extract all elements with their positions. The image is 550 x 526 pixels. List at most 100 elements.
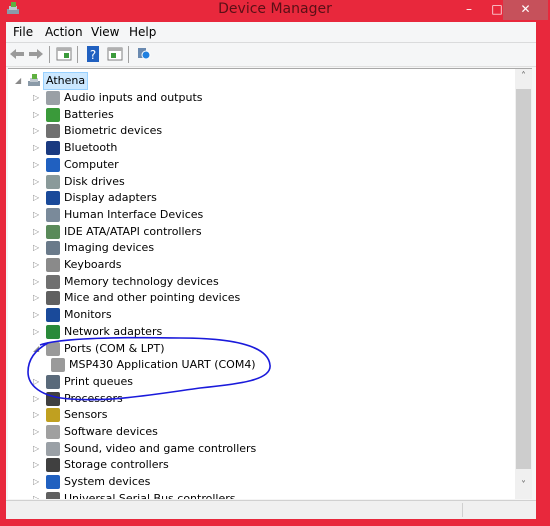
toolbar-separator (77, 46, 78, 63)
collapse-arrow-icon[interactable]: ◢ (15, 73, 23, 89)
category-label[interactable]: Sensors (64, 407, 107, 423)
expand-arrow-icon[interactable]: ▷ (33, 274, 41, 290)
expand-arrow-icon[interactable]: ▷ (33, 257, 41, 273)
category-label[interactable]: Mice and other pointing devices (64, 290, 240, 306)
show-hide-action-pane-icon[interactable] (107, 46, 123, 62)
category-label[interactable]: Imaging devices (64, 240, 154, 256)
expand-arrow-icon[interactable]: ▷ (33, 441, 41, 457)
scroll-down-button[interactable]: ˅ (515, 480, 532, 497)
computer-icon (46, 157, 60, 172)
collapse-arrow-icon[interactable]: ◢ (33, 341, 41, 357)
expand-arrow-icon[interactable]: ▷ (33, 224, 41, 240)
usb-icon (46, 491, 60, 499)
category-label[interactable]: Bluetooth (64, 140, 117, 156)
expand-arrow-icon[interactable]: ▷ (33, 474, 41, 490)
fingerprint-icon (46, 124, 60, 139)
expand-arrow-icon[interactable]: ▷ (33, 407, 41, 423)
close-button[interactable]: ✕ (503, 0, 548, 20)
menu-file[interactable]: File (13, 25, 33, 39)
category-label[interactable]: Memory technology devices (64, 274, 219, 290)
expand-arrow-icon[interactable]: ▷ (33, 174, 41, 190)
category-label[interactable]: Monitors (64, 307, 112, 323)
processor-icon (46, 391, 60, 406)
root-label[interactable]: Athena (43, 72, 89, 90)
expand-arrow-icon[interactable]: ▷ (33, 123, 41, 139)
expand-arrow-icon[interactable]: ▷ (33, 90, 41, 106)
hid-icon (46, 207, 60, 222)
sensor-icon (46, 408, 60, 423)
category-label[interactable]: Print queues (64, 374, 133, 390)
ide-controller-icon (46, 224, 60, 239)
disk-drive-icon (46, 174, 60, 189)
toolbar-separator (128, 46, 129, 63)
category-label[interactable]: Disk drives (64, 174, 125, 190)
bluetooth-icon (46, 141, 60, 156)
mouse-icon (46, 291, 60, 306)
expand-arrow-icon[interactable]: ▷ (33, 240, 41, 256)
category-label[interactable]: Display adapters (64, 190, 157, 206)
minimize-button[interactable]: – (455, 0, 483, 20)
toolbar: ? (6, 43, 536, 67)
scroll-up-button[interactable]: ˄ (515, 71, 532, 88)
category-label[interactable]: Keyboards (64, 257, 121, 273)
back-icon[interactable] (9, 46, 25, 62)
toolbar-separator (49, 46, 50, 63)
category-label[interactable]: Network adapters (64, 324, 162, 340)
category-label[interactable]: Storage controllers (64, 457, 169, 473)
port-icon (51, 358, 65, 373)
device-label[interactable]: MSP430 Application UART (COM4) (69, 357, 256, 373)
category-label[interactable]: Biometric devices (64, 123, 162, 139)
port-icon (46, 341, 60, 356)
computer-icon (28, 74, 40, 86)
system-device-icon (46, 475, 60, 490)
imaging-device-icon (46, 241, 60, 256)
category-label[interactable]: Ports (COM & LPT) (64, 341, 165, 357)
category-label[interactable]: System devices (64, 474, 150, 490)
expand-arrow-icon[interactable]: ▷ (33, 107, 41, 123)
expand-arrow-icon[interactable]: ▷ (33, 374, 41, 390)
status-divider (462, 503, 463, 517)
category-label[interactable]: Sound, video and game controllers (64, 441, 256, 457)
category-label[interactable]: Human Interface Devices (64, 207, 203, 223)
category-label[interactable]: IDE ATA/ATAPI controllers (64, 224, 202, 240)
monitor-icon (46, 308, 60, 323)
menu-bar: File Action View Help (6, 22, 536, 43)
category-label[interactable]: Universal Serial Bus controllers (64, 491, 235, 499)
title-bar[interactable]: Device Manager – □ ✕ (0, 0, 550, 22)
expand-arrow-icon[interactable]: ▷ (33, 157, 41, 173)
menu-view[interactable]: View (91, 25, 119, 39)
category-label[interactable]: Audio inputs and outputs (64, 90, 203, 106)
expand-arrow-icon[interactable]: ▷ (33, 290, 41, 306)
category-label[interactable]: Software devices (64, 424, 158, 440)
svg-text:?: ? (90, 48, 96, 62)
speaker-icon (46, 91, 60, 105)
display-adapter-icon (46, 191, 60, 206)
printer-icon (46, 374, 60, 389)
battery-icon (46, 107, 60, 122)
show-hide-console-tree-icon[interactable] (56, 46, 72, 62)
status-bar (6, 500, 536, 519)
network-adapter-icon (46, 324, 60, 339)
help-icon[interactable]: ? (85, 46, 101, 62)
category-label[interactable]: Processors (64, 391, 123, 407)
category-label[interactable]: Computer (64, 157, 119, 173)
menu-help[interactable]: Help (129, 25, 156, 39)
vertical-scrollbar[interactable]: ˄ ˅ (515, 69, 532, 499)
storage-controller-icon (46, 458, 60, 473)
expand-arrow-icon[interactable]: ▷ (33, 457, 41, 473)
expand-arrow-icon[interactable]: ▷ (33, 207, 41, 223)
speaker-icon (46, 441, 60, 456)
expand-arrow-icon[interactable]: ▷ (33, 391, 41, 407)
expand-arrow-icon[interactable]: ▷ (33, 307, 41, 323)
scan-hardware-changes-icon[interactable] (136, 46, 152, 62)
device-tree[interactable]: ◢ Athena ▷ Audio inputs and outputs ▷ Batte… (8, 68, 532, 499)
expand-arrow-icon[interactable]: ▷ (33, 140, 41, 156)
category-label[interactable]: Batteries (64, 107, 114, 123)
expand-arrow-icon[interactable]: ▷ (33, 491, 41, 499)
expand-arrow-icon[interactable]: ▷ (33, 324, 41, 340)
expand-arrow-icon[interactable]: ▷ (33, 190, 41, 206)
forward-icon[interactable] (28, 46, 44, 62)
expand-arrow-icon[interactable]: ▷ (33, 424, 41, 440)
menu-action[interactable]: Action (45, 25, 83, 39)
scrollbar-thumb[interactable] (516, 89, 531, 469)
